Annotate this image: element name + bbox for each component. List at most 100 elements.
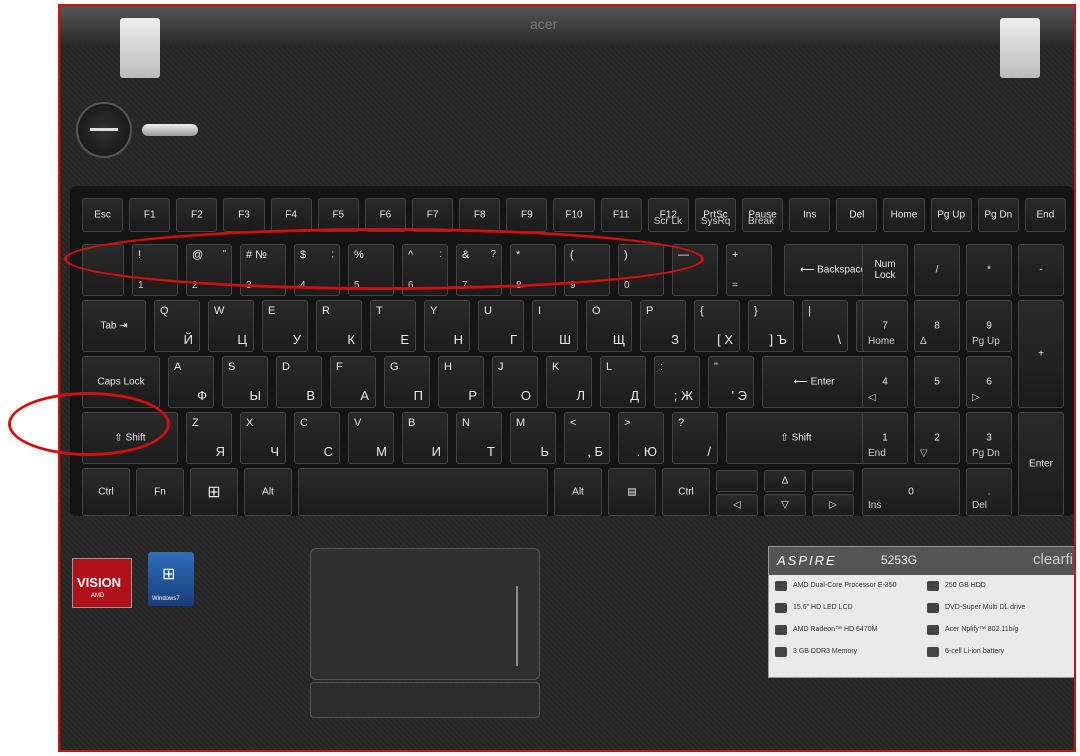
key-sym-z7[interactable]: < , Б xyxy=(564,412,610,464)
numpad-9[interactable]: 9 Pg Up xyxy=(966,300,1012,352)
key-num-11[interactable]: + = xyxy=(726,244,772,296)
key-h-a5[interactable]: HР xyxy=(438,356,484,408)
numpad-slash[interactable]: / xyxy=(914,244,960,296)
key-l-a8[interactable]: LД xyxy=(600,356,646,408)
key-x-z1[interactable]: XЧ xyxy=(240,412,286,464)
right-alt-key[interactable]: Alt xyxy=(554,468,602,516)
arrow-blank-left[interactable] xyxy=(716,470,758,492)
key-g-a4[interactable]: GП xyxy=(384,356,430,408)
key-prtsc[interactable]: PrtSc SysRq xyxy=(694,198,736,232)
key-f-a3[interactable]: FА xyxy=(330,356,376,408)
key-sym-a10-p-label: " xyxy=(714,361,718,373)
key-sym-a9[interactable]: : ; Ж xyxy=(654,356,700,408)
left-hinge xyxy=(120,18,160,78)
key-o-8[interactable]: OЩ xyxy=(586,300,632,352)
key-sym-z9[interactable]: ? / xyxy=(672,412,718,464)
left-ctrl-key[interactable]: Ctrl xyxy=(82,468,130,516)
key-del[interactable]: Del xyxy=(836,198,878,232)
key-f2[interactable]: F2 xyxy=(176,198,218,232)
numpad-0[interactable]: 0 Ins xyxy=(862,468,960,516)
key-f8[interactable]: F8 xyxy=(459,198,501,232)
key-d-a2[interactable]: DВ xyxy=(276,356,322,408)
touchpad-buttons[interactable] xyxy=(310,682,540,718)
arrow-down-key[interactable]: ▽ xyxy=(764,494,806,516)
numpad-star[interactable]: * xyxy=(966,244,1012,296)
enter-key[interactable]: ⟵ Enter xyxy=(762,356,866,408)
key-c-z2[interactable]: CС xyxy=(294,412,340,464)
key-k-a7[interactable]: KЛ xyxy=(546,356,592,408)
key-sym-12[interactable]: | \ xyxy=(802,300,848,352)
fn-key[interactable]: Fn xyxy=(136,468,184,516)
key-v-z3[interactable]: VМ xyxy=(348,412,394,464)
key-f12[interactable]: F12 Scr Lk xyxy=(647,198,689,232)
key-f9[interactable]: F9 xyxy=(506,198,548,232)
key-q-0[interactable]: QЙ xyxy=(154,300,200,352)
key-p-9[interactable]: PЗ xyxy=(640,300,686,352)
key-z-z0[interactable]: ZЯ xyxy=(186,412,232,464)
key-n-z5[interactable]: NТ xyxy=(456,412,502,464)
arrow-left-key[interactable]: ◁ xyxy=(716,494,758,516)
key-b-z4[interactable]: BИ xyxy=(402,412,448,464)
num-lock-key[interactable]: Num Lock xyxy=(862,244,908,296)
key-esc[interactable]: Esc xyxy=(82,198,124,232)
numpad-7[interactable]: 7 Home xyxy=(862,300,908,352)
key-i-7[interactable]: IШ xyxy=(532,300,578,352)
numpad-8[interactable]: 8Δ xyxy=(914,300,960,352)
numpad-1[interactable]: 1 End xyxy=(862,412,908,464)
windows-logo-icon: ⊞ xyxy=(162,566,176,583)
numpad-4[interactable]: 4 ◁ xyxy=(862,356,908,408)
key-pg-up[interactable]: Pg Up xyxy=(930,198,972,232)
key-r-3[interactable]: RК xyxy=(316,300,362,352)
key-pause[interactable]: Pause Break xyxy=(742,198,784,232)
key-y-5[interactable]: YН xyxy=(424,300,470,352)
numpad-6[interactable]: 6 ▷ xyxy=(966,356,1012,408)
key-e-2[interactable]: EУ xyxy=(262,300,308,352)
key-a-a0[interactable]: AФ xyxy=(168,356,214,408)
left-alt-key[interactable]: Alt xyxy=(244,468,292,516)
key-f6[interactable]: F6 xyxy=(364,198,406,232)
key-u-6[interactable]: UГ xyxy=(478,300,524,352)
right-ctrl-key[interactable]: Ctrl xyxy=(662,468,710,516)
key-m-z6[interactable]: MЬ xyxy=(510,412,556,464)
key-end-ct-label: End xyxy=(1036,209,1055,221)
key-t-4[interactable]: TЕ xyxy=(370,300,416,352)
numpad-enter[interactable]: Enter xyxy=(1018,412,1064,516)
key-sym-10[interactable]: {[ Х xyxy=(694,300,740,352)
touchpad[interactable] xyxy=(310,548,540,680)
numpad-5[interactable]: 5 xyxy=(914,356,960,408)
numpad-3[interactable]: 3 Pg Dn xyxy=(966,412,1012,464)
key-s-a1[interactable]: SЫ xyxy=(222,356,268,408)
key-f3[interactable]: F3 xyxy=(223,198,265,232)
key-ins[interactable]: Ins xyxy=(789,198,831,232)
key-sym-z8[interactable]: > . Ю xyxy=(618,412,664,464)
key-end[interactable]: End xyxy=(1024,198,1066,232)
key-sym-11[interactable]: }] Ъ xyxy=(748,300,794,352)
numpad-plus[interactable]: + xyxy=(1018,300,1064,408)
key-f11[interactable]: F11 xyxy=(600,198,642,232)
arrow-up-key[interactable]: Δ xyxy=(764,470,806,492)
key-f4[interactable]: F4 xyxy=(270,198,312,232)
key-f7[interactable]: F7 xyxy=(412,198,454,232)
key-f5[interactable]: F5 xyxy=(317,198,359,232)
key-w-1[interactable]: WЦ xyxy=(208,300,254,352)
key-home[interactable]: Home xyxy=(883,198,925,232)
key-pg-dn[interactable]: Pg Dn xyxy=(977,198,1019,232)
enter-key-ct-label: ⟵ Enter xyxy=(793,376,835,388)
arrow-blank-right[interactable] xyxy=(812,470,854,492)
menu-key[interactable]: ▤ xyxy=(608,468,656,516)
numpad-2[interactable]: 2 ▽ xyxy=(914,412,960,464)
key-f4-ct-label: F4 xyxy=(285,209,297,221)
key-j-a6[interactable]: JО xyxy=(492,356,538,408)
right-shift-key[interactable]: ⇧ Shift xyxy=(726,412,866,464)
key-f1[interactable]: F1 xyxy=(129,198,171,232)
key-f10[interactable]: F10 xyxy=(553,198,595,232)
power-button[interactable] xyxy=(76,102,132,158)
numpad-minus[interactable]: - xyxy=(1018,244,1064,296)
windows-key[interactable]: ⊞ xyxy=(190,468,238,516)
numpad-dot[interactable]: . Del xyxy=(966,468,1012,516)
arrow-right-key[interactable]: ▷ xyxy=(812,494,854,516)
key-f3-ct-label: F3 xyxy=(238,209,250,221)
tab-key[interactable]: Tab ⇥ xyxy=(82,300,146,352)
key-sym-a10[interactable]: " ' Э xyxy=(708,356,754,408)
space-key[interactable] xyxy=(298,468,548,516)
